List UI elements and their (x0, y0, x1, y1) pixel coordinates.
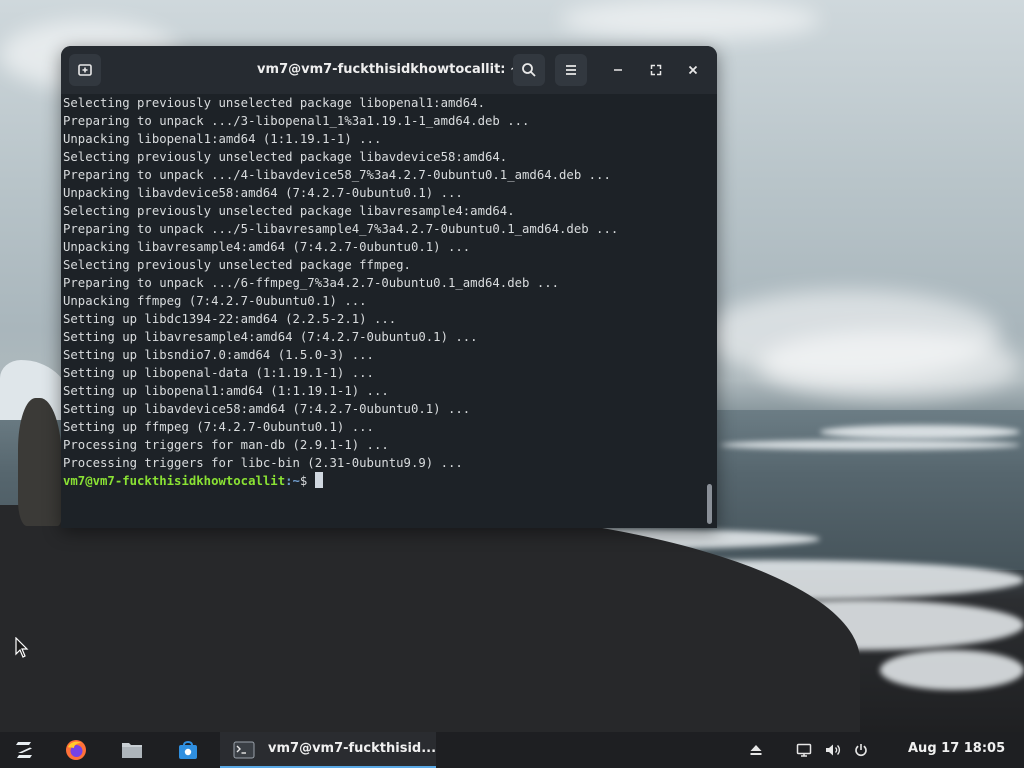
volume-icon (825, 744, 840, 756)
clock[interactable]: Aug 17 18:05 (908, 732, 1005, 766)
text-cursor (315, 472, 324, 488)
close-icon (688, 65, 698, 75)
hamburger-menu-icon (566, 65, 576, 75)
mouse-pointer-icon (15, 637, 29, 658)
output-line: Setting up ffmpeg (7:4.2.7-0ubuntu0.1) .… (63, 420, 374, 434)
close-button[interactable] (677, 54, 709, 86)
terminal-task-button[interactable]: vm7@vm7-fuckthisid... (220, 732, 436, 768)
output-line: Selecting previously unselected package … (63, 96, 485, 110)
output-line: Unpacking ffmpeg (7:4.2.7-0ubuntu0.1) ..… (63, 294, 367, 308)
output-line: Preparing to unpack .../5-libavresample4… (63, 222, 619, 236)
minimize-button[interactable] (602, 54, 634, 86)
output-line: Setting up libdc1394-22:amd64 (2.2.5-2.1… (63, 312, 397, 326)
output-line: Setting up libopenal-data (1:1.19.1-1) .… (63, 366, 374, 380)
display-button[interactable] (794, 732, 814, 768)
eject-button[interactable] (746, 732, 766, 768)
output-line: Setting up libopenal1:amd64 (1:1.19.1-1)… (63, 384, 389, 398)
search-button[interactable] (513, 54, 545, 86)
output-line: Preparing to unpack .../3-libopenal1_1%3… (63, 114, 530, 128)
terminal-icon (233, 741, 255, 759)
prompt-path: :~ (285, 474, 300, 488)
prompt-symbol: $ (299, 474, 308, 488)
output-line: Processing triggers for man-db (2.9.1-1)… (63, 438, 389, 452)
output-line: Selecting previously unselected package … (63, 150, 508, 164)
output-line: Preparing to unpack .../4-libavdevice58_… (63, 168, 611, 182)
volume-button[interactable] (822, 732, 844, 768)
output-line: Setting up libsndio7.0:amd64 (1.5.0-3) .… (63, 348, 374, 362)
output-line: Unpacking libopenal1:amd64 (1:1.19.1-1) … (63, 132, 382, 146)
files-folder-icon (122, 743, 142, 758)
prompt-line[interactable]: vm7@vm7-fuckthisidkhowtocallit:~$ (63, 472, 324, 490)
output-line: Selecting previously unselected package … (63, 204, 515, 218)
prompt-user-host: vm7@vm7-fuckthisidkhowtocallit (63, 474, 286, 488)
menu-button[interactable] (555, 54, 587, 86)
eject-icon (750, 745, 762, 755)
output-line: Setting up libavdevice58:amd64 (7:4.2.7-… (63, 402, 471, 416)
search-icon (522, 63, 536, 77)
terminal-window[interactable]: vm7@vm7-fuckthisidkhowtocallit: ~ Select… (61, 46, 717, 528)
output-line: Selecting previously unselected package … (63, 258, 411, 272)
terminal-titlebar[interactable]: vm7@vm7-fuckthisidkhowtocallit: ~ (61, 46, 717, 94)
software-store-launcher[interactable] (172, 732, 204, 768)
display-icon (796, 743, 812, 757)
output-line: Unpacking libavdevice58:amd64 (7:4.2.7-0… (63, 186, 463, 200)
new-tab-button[interactable] (69, 54, 101, 86)
firefox-icon (66, 740, 86, 760)
zorin-menu-icon (16, 742, 32, 758)
scrollbar[interactable] (707, 484, 712, 524)
power-button[interactable] (851, 732, 871, 768)
terminal-output[interactable]: Selecting previously unselected package … (61, 94, 717, 528)
maximize-button[interactable] (640, 54, 672, 86)
taskbar: vm7@vm7-fuckthisid... Aug 17 18:05 (0, 732, 1024, 768)
zorin-menu-button[interactable] (8, 732, 40, 768)
minimize-icon (614, 69, 622, 71)
output-line: Setting up libavresample4:amd64 (7:4.2.7… (63, 330, 478, 344)
firefox-launcher[interactable] (60, 732, 92, 768)
files-launcher[interactable] (116, 732, 148, 768)
maximize-icon (650, 64, 662, 76)
terminal-task-icon-wrap (232, 732, 256, 768)
output-line: Preparing to unpack .../6-ffmpeg_7%3a4.2… (63, 276, 560, 290)
task-label: vm7@vm7-fuckthisid... (268, 741, 437, 756)
software-store-icon (179, 741, 197, 759)
output-line: Processing triggers for libc-bin (2.31-0… (63, 456, 463, 470)
new-tab-icon (78, 64, 92, 76)
output-line: Unpacking libavresample4:amd64 (7:4.2.7-… (63, 240, 471, 254)
power-icon (855, 744, 867, 757)
